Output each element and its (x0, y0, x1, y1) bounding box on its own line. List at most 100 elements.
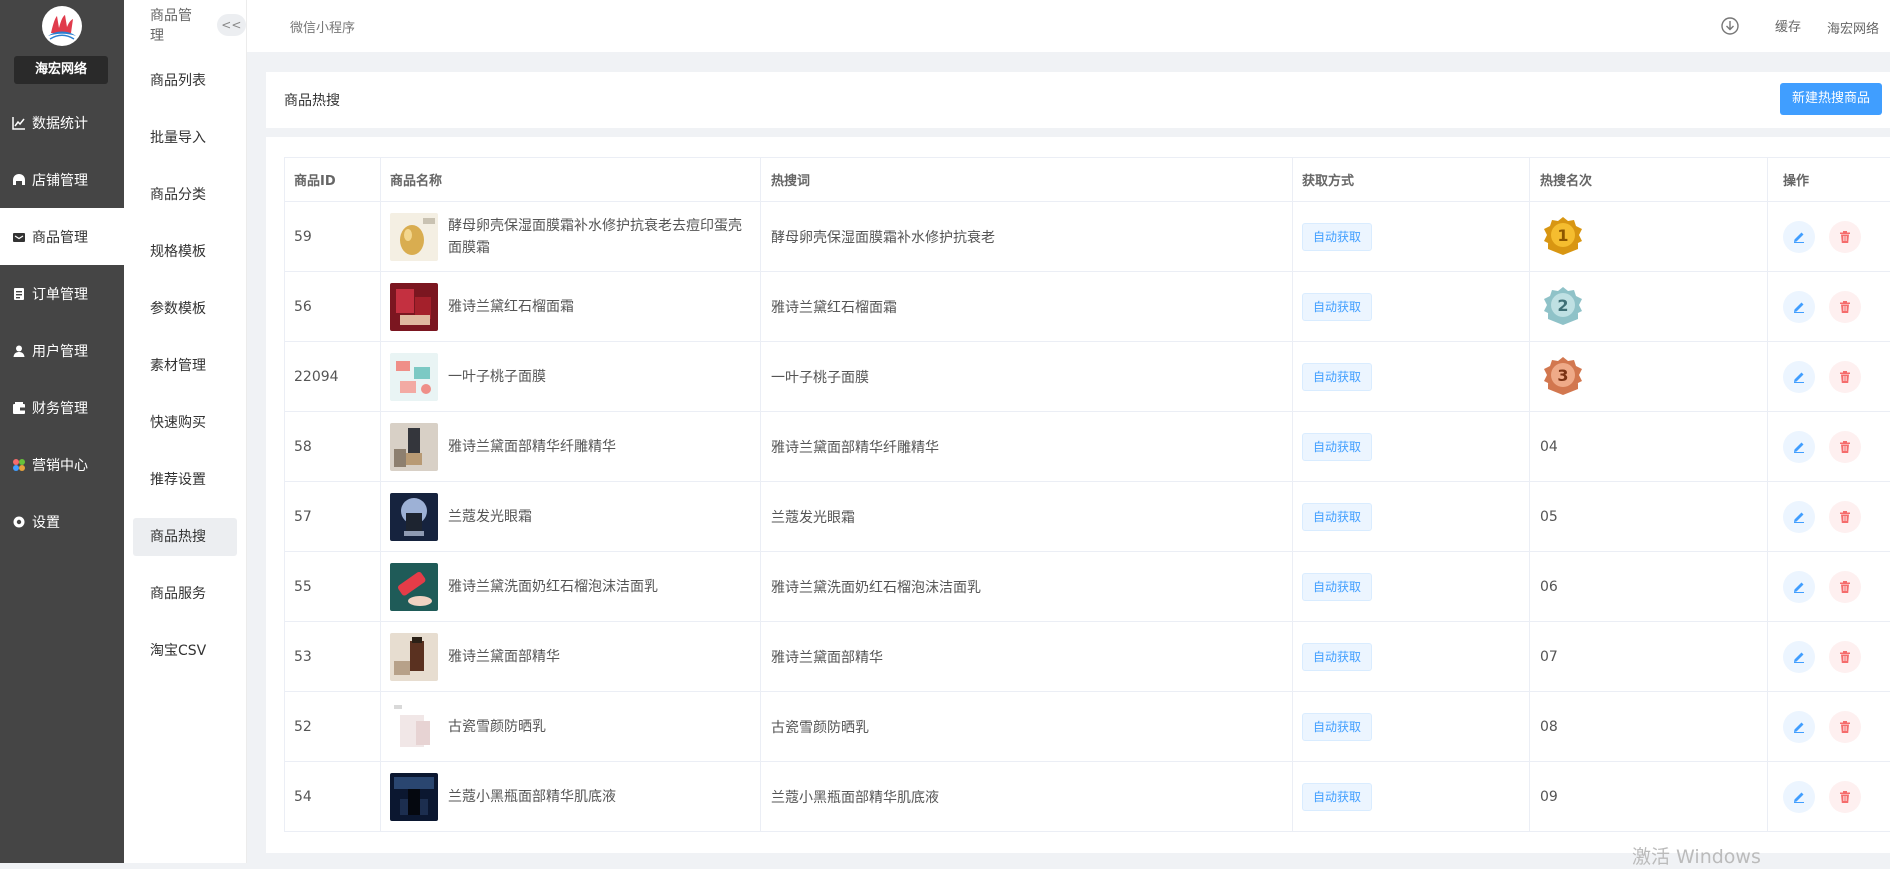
nav-item-users[interactable]: 用户管理 (0, 322, 124, 379)
nav-item-marketing[interactable]: 营销中心 (0, 436, 124, 493)
sub-item-product-list[interactable]: 商品列表 (133, 62, 237, 100)
cell-source: 自动获取 (1293, 762, 1530, 831)
order-icon (14, 287, 24, 300)
delete-button[interactable] (1829, 640, 1861, 673)
delete-button[interactable] (1829, 290, 1861, 323)
edit-button[interactable] (1783, 430, 1815, 463)
cell-actions (1768, 272, 1890, 341)
nav-item-store[interactable]: 店铺管理 (0, 151, 124, 208)
cell-product-id: 54 (285, 762, 381, 831)
sub-item-taobao-csv[interactable]: 淘宝CSV (133, 632, 237, 670)
trash-icon (1840, 370, 1850, 383)
edit-button[interactable] (1783, 500, 1815, 533)
edit-button[interactable] (1783, 640, 1815, 673)
rank-number: 05 (1540, 508, 1558, 525)
sub-item-spec-template[interactable]: 规格模板 (133, 233, 237, 271)
cell-rank: 1 (1530, 202, 1768, 271)
trash-icon (1840, 720, 1850, 733)
user-icon (13, 345, 25, 357)
windows-activation-watermark: 激活 Windows (1632, 846, 1761, 868)
cell-product-name: 雅诗兰黛面部精华纤雕精华 (381, 412, 761, 481)
source-badge: 自动获取 (1302, 222, 1373, 251)
nav-item-finance[interactable]: 财务管理 (0, 379, 124, 436)
delete-button[interactable] (1829, 360, 1861, 393)
sub-item-batch-import[interactable]: 批量导入 (133, 119, 237, 157)
cell-rank: 05 (1530, 482, 1768, 551)
mini-program-link[interactable]: 微信小程序 (290, 17, 355, 36)
cell-product-name: 雅诗兰黛洗面奶红石榴泡沫洁面乳 (381, 552, 761, 621)
delete-button[interactable] (1829, 220, 1861, 253)
cell-actions (1768, 622, 1890, 691)
nav-item-label: 商品管理 (32, 229, 88, 246)
product-name-text: 雅诗兰黛面部精华 (448, 648, 560, 665)
source-badge: 自动获取 (1302, 782, 1373, 811)
cell-rank: 3 (1530, 342, 1768, 411)
cache-button[interactable]: 缓存 (1775, 16, 1801, 35)
rank-number: 09 (1540, 788, 1558, 805)
nav-item-orders[interactable]: 订单管理 (0, 265, 124, 322)
sub-item-param-template[interactable]: 参数模板 (133, 290, 237, 328)
sub-item-services[interactable]: 商品服务 (133, 575, 237, 613)
cell-actions (1768, 342, 1890, 411)
delete-button[interactable] (1829, 710, 1861, 743)
edit-button[interactable] (1783, 780, 1815, 813)
edit-button[interactable] (1783, 710, 1815, 743)
download-icon[interactable] (1720, 16, 1740, 36)
cell-rank: 06 (1530, 552, 1768, 621)
nav-item-goods[interactable]: 商品管理 (0, 208, 124, 265)
nav-item-settings[interactable]: 设置 (0, 493, 124, 550)
cell-source: 自动获取 (1293, 622, 1530, 691)
trash-icon (1840, 580, 1850, 593)
cell-product-name: 兰蔻发光眼霜 (381, 482, 761, 551)
cell-product-name: 雅诗兰黛红石榴面霜 (381, 272, 761, 341)
cell-hot-keyword: 雅诗兰黛洗面奶红石榴泡沫洁面乳 (761, 552, 1293, 621)
delete-button[interactable] (1829, 780, 1861, 813)
cell-actions (1768, 552, 1890, 621)
cell-rank: 09 (1530, 762, 1768, 831)
cell-hot-keyword: 古瓷雪颜防晒乳 (761, 692, 1293, 761)
edit-button[interactable] (1783, 220, 1815, 253)
wallet-icon (13, 401, 25, 414)
cell-hot-keyword: 雅诗兰黛红石榴面霜 (761, 272, 1293, 341)
column-header-keyword: 热搜词 (761, 158, 1293, 201)
cell-product-id: 55 (285, 552, 381, 621)
column-header-id: 商品ID (285, 158, 381, 201)
edit-button[interactable] (1783, 360, 1815, 393)
cell-rank: 2 (1530, 272, 1768, 341)
product-thumbnail (390, 702, 438, 751)
trash-icon (1840, 790, 1850, 803)
product-name-text: 古瓷雪颜防晒乳 (448, 718, 546, 735)
cell-hot-keyword: 兰蔻发光眼霜 (761, 482, 1293, 551)
nav-item-data-stats[interactable]: 数据统计 (0, 94, 124, 151)
edit-button[interactable] (1783, 570, 1815, 603)
trash-icon (1840, 510, 1850, 523)
cell-hot-keyword: 雅诗兰黛面部精华纤雕精华 (761, 412, 1293, 481)
cell-product-name: 兰蔻小黑瓶面部精华肌底液 (381, 762, 761, 831)
add-hot-search-button[interactable]: 新建热搜商品 (1780, 83, 1882, 115)
product-name-text: 雅诗兰黛红石榴面霜 (448, 298, 574, 315)
cell-actions (1768, 482, 1890, 551)
cell-source: 自动获取 (1293, 412, 1530, 481)
delete-button[interactable] (1829, 430, 1861, 463)
rank-number: 3 (1557, 366, 1568, 385)
sub-sidebar: 商品管理 << 商品列表 批量导入 商品分类 规格模板 参数模板 素材管理 快速… (124, 0, 247, 863)
sub-item-category[interactable]: 商品分类 (133, 176, 237, 214)
cell-source: 自动获取 (1293, 272, 1530, 341)
trash-icon (1840, 300, 1850, 313)
sub-item-materials[interactable]: 素材管理 (133, 347, 237, 385)
delete-button[interactable] (1829, 500, 1861, 533)
gear-icon (13, 516, 25, 527)
sub-sidebar-header: 商品管理 << (124, 0, 246, 50)
sub-item-hot-search[interactable]: 商品热搜 (133, 518, 237, 556)
collapse-button[interactable]: << (216, 14, 246, 36)
goods-icon (13, 232, 25, 242)
edit-button[interactable] (1783, 290, 1815, 323)
column-header-name: 商品名称 (381, 158, 761, 201)
sub-item-recommend[interactable]: 推荐设置 (133, 461, 237, 499)
delete-button[interactable] (1829, 570, 1861, 603)
user-menu[interactable]: 海宏网络 (1827, 18, 1879, 37)
source-badge: 自动获取 (1302, 642, 1373, 671)
pencil-icon (1794, 442, 1804, 453)
sub-item-quick-buy[interactable]: 快速购买 (133, 404, 237, 442)
brand-logo[interactable] (42, 6, 82, 46)
